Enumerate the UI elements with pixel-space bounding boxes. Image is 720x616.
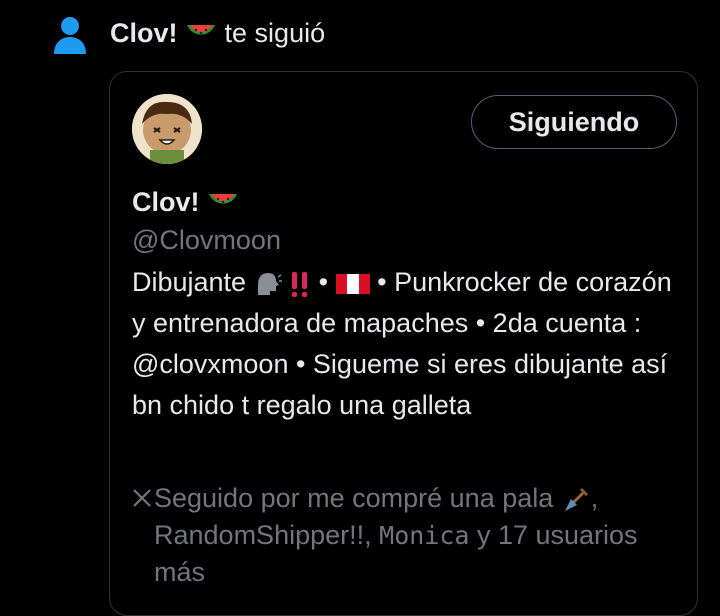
double-exclamation-emoji-icon [292,271,308,297]
person-icon [54,17,86,54]
follow-notification[interactable]: Clov! te siguió [0,0,720,70]
notification-action: te siguió [224,18,326,48]
followed-by-prefix: Seguido por me compré una pala [154,483,554,513]
profile-card[interactable]: Siguiendo Clov! @Clovmoon Dibujante • • … [109,71,698,616]
followed-by[interactable]: Seguido por me compré una pala , RandomS… [132,480,672,591]
user-handle[interactable]: @Clovmoon [132,222,281,258]
shovel-emoji-icon [564,487,588,511]
display-name[interactable]: Clov! [132,184,239,220]
bio-text-2: • [318,267,329,297]
notification-text: Clov! te siguió [110,15,325,51]
profile-bio: Dibujante • • Punkrocker de corazón y en… [132,262,672,426]
following-button[interactable]: Siguiendo [471,95,677,149]
watermelon-emoji-icon [187,24,216,35]
avatar[interactable] [132,94,202,164]
display-name-text: Clov! [132,187,200,217]
watermelon-emoji-icon [209,193,238,204]
speaking-head-emoji-icon [257,272,282,295]
x-logo-icon [133,489,151,507]
bio-text-1: Dibujante [132,267,247,297]
notification-user-name[interactable]: Clov! [110,18,178,48]
avatar-image [132,94,202,164]
peru-flag-emoji-icon [335,273,370,294]
followed-by-name-3: Monica [379,521,470,550]
